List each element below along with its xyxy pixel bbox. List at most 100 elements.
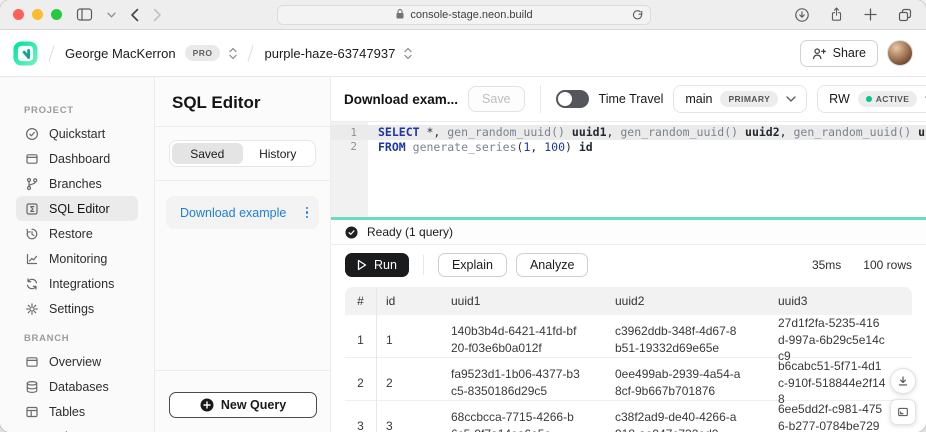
new-tab-icon[interactable] bbox=[863, 7, 878, 22]
share-label: Share bbox=[833, 46, 866, 60]
tab[interactable]: Saved bbox=[172, 143, 243, 164]
address-bar[interactable]: console-stage.neon.build bbox=[277, 5, 651, 25]
sql-editor-main: Download exam... Save Time Travel main P… bbox=[331, 77, 926, 432]
browser-toolbar: console-stage.neon.build bbox=[0, 0, 926, 30]
neon-logo[interactable] bbox=[13, 41, 38, 66]
close-window-button[interactable] bbox=[13, 9, 24, 20]
results-body: 11140b3b4d-6421-41fd-bf20-f03e6b0a012fc3… bbox=[345, 315, 912, 432]
tab-overview-icon[interactable] bbox=[897, 7, 913, 23]
cell: 0ee499ab-2939-4a54-a8cf-9b667b701876 bbox=[606, 366, 769, 399]
run-button[interactable]: Run bbox=[345, 253, 409, 277]
minimize-window-button[interactable] bbox=[32, 9, 43, 20]
sidebar-item[interactable]: Quickstart bbox=[16, 121, 138, 146]
sidebar-item[interactable]: Restore bbox=[16, 221, 138, 246]
new-query-label: New Query bbox=[221, 398, 286, 412]
line-number: 2 bbox=[331, 140, 368, 153]
sidebar-item-label: Overview bbox=[49, 355, 101, 369]
results-header: #iduuid1uuid2uuid3 bbox=[345, 287, 912, 315]
avatar[interactable] bbox=[887, 40, 913, 66]
cell: 140b3b4d-6421-41fd-bf20-f03e6b0a012f bbox=[442, 323, 606, 356]
sidebar-item[interactable]: Integrations bbox=[16, 271, 138, 296]
saved-query-item[interactable]: Download example bbox=[166, 196, 319, 229]
branch-value: main bbox=[685, 92, 712, 106]
org-name[interactable]: George MacKerron bbox=[65, 46, 176, 61]
queries-panel: SQL Editor Saved History Download exampl… bbox=[155, 77, 331, 432]
active-dot-icon bbox=[866, 96, 872, 102]
sidebar-item[interactable]: Settings bbox=[16, 296, 138, 321]
share-button[interactable]: Share bbox=[800, 40, 878, 67]
tab[interactable]: History bbox=[243, 143, 314, 164]
tables-icon bbox=[24, 404, 39, 419]
kebab-menu-icon[interactable] bbox=[306, 207, 309, 219]
table-row[interactable]: 11140b3b4d-6421-41fd-bf20-f03e6b0a012fc3… bbox=[345, 315, 912, 358]
cell: 3 bbox=[377, 419, 442, 432]
project-name[interactable]: purple-haze-63747937 bbox=[264, 46, 395, 61]
download-results-button[interactable] bbox=[890, 368, 916, 394]
sidebar-item[interactable]: Overview bbox=[16, 349, 138, 374]
branch-select[interactable]: main PRIMARY bbox=[673, 85, 807, 113]
code-line[interactable]: 2FROM generate_series(1, 100) id bbox=[331, 140, 926, 155]
column-header: uuid3 bbox=[769, 294, 912, 308]
forward-icon[interactable] bbox=[153, 8, 162, 22]
sql-editor-icon bbox=[24, 201, 39, 216]
org-switcher-icon[interactable] bbox=[229, 47, 237, 60]
column-header: # bbox=[345, 287, 377, 315]
sidebar-item-label: Monitoring bbox=[49, 252, 107, 266]
sidebar-item-label: Branches bbox=[49, 177, 102, 191]
code-editor[interactable]: 1SELECT *, gen_random_uuid() uuid1, gen_… bbox=[331, 122, 926, 217]
new-query-button[interactable]: New Query bbox=[169, 392, 317, 418]
save-button[interactable]: Save bbox=[468, 86, 525, 112]
reload-icon[interactable] bbox=[631, 9, 644, 25]
cell: 2 bbox=[377, 376, 442, 390]
line-number: 1 bbox=[331, 126, 368, 139]
analyze-button[interactable]: Analyze bbox=[516, 253, 588, 277]
integrations-icon bbox=[24, 276, 39, 291]
explain-button[interactable]: Explain bbox=[438, 253, 507, 277]
project-switcher-icon[interactable] bbox=[404, 47, 412, 60]
sidebar-toggle-icon[interactable] bbox=[76, 7, 93, 22]
breadcrumb-separator bbox=[48, 45, 54, 61]
cell: c3962ddb-348f-4d67-8b51-19332d69e65e bbox=[606, 323, 769, 356]
expand-results-button[interactable] bbox=[890, 399, 916, 425]
sidebar-item[interactable]: Branches bbox=[16, 171, 138, 196]
sidebar-item-label: SQL Editor bbox=[49, 202, 110, 216]
sidebar-item[interactable]: Databases bbox=[16, 374, 138, 399]
play-icon bbox=[357, 259, 367, 271]
browser-window: console-stage.neon.build bbox=[0, 0, 926, 432]
databases-icon bbox=[24, 379, 39, 394]
overview-icon bbox=[24, 354, 39, 369]
saved-history-tabs: Saved History bbox=[169, 140, 316, 167]
compute-select[interactable]: RW ACTIVE bbox=[817, 85, 926, 113]
branches-icon bbox=[24, 176, 39, 191]
lock-icon bbox=[395, 8, 405, 23]
sidebar-item-label: Integrations bbox=[49, 277, 114, 291]
downloads-icon[interactable] bbox=[794, 7, 810, 23]
zoom-window-button[interactable] bbox=[51, 9, 62, 20]
sidebar-item[interactable]: Tables bbox=[16, 399, 138, 424]
time-travel-toggle[interactable] bbox=[556, 90, 589, 108]
query-duration: 35ms bbox=[812, 258, 841, 272]
code-line[interactable]: 1SELECT *, gen_random_uuid() uuid1, gen_… bbox=[331, 125, 926, 140]
cell: 68ccbcca-7715-4266-b6c5-9f7a14ea6e5e bbox=[442, 409, 606, 432]
cell: 1 bbox=[377, 333, 442, 347]
quickstart-icon bbox=[24, 126, 39, 141]
status-text: Ready (1 query) bbox=[367, 225, 453, 239]
sidebar-item[interactable]: Dashboard bbox=[16, 146, 138, 171]
compute-value: RW bbox=[829, 92, 850, 106]
sidebar-item[interactable]: Roles bbox=[16, 424, 138, 432]
active-badge: ACTIVE bbox=[858, 91, 918, 107]
settings-icon bbox=[24, 301, 39, 316]
check-circle-icon bbox=[345, 226, 358, 239]
sidebar-item[interactable]: SQL Editor bbox=[16, 196, 138, 221]
sidebar-item-label: Quickstart bbox=[49, 127, 105, 141]
time-travel-label: Time Travel bbox=[599, 92, 664, 106]
plan-badge: PRO bbox=[185, 45, 221, 61]
table-row[interactable]: 3368ccbcca-7715-4266-b6c5-9f7a14ea6e5ec3… bbox=[345, 401, 912, 432]
sidebar-item[interactable]: Monitoring bbox=[16, 246, 138, 271]
chevron-down-icon[interactable] bbox=[107, 12, 116, 18]
share-page-icon[interactable] bbox=[829, 6, 844, 23]
back-icon[interactable] bbox=[130, 8, 139, 22]
project-nav-list: Quickstart Dashboard Branches SQL Editor… bbox=[0, 121, 154, 321]
actions-bar: Run Explain Analyze 35ms 100 rows bbox=[331, 245, 926, 285]
table-row[interactable]: 22fa9523d1-1b06-4377-b3c5-8350186d29c50e… bbox=[345, 358, 912, 401]
